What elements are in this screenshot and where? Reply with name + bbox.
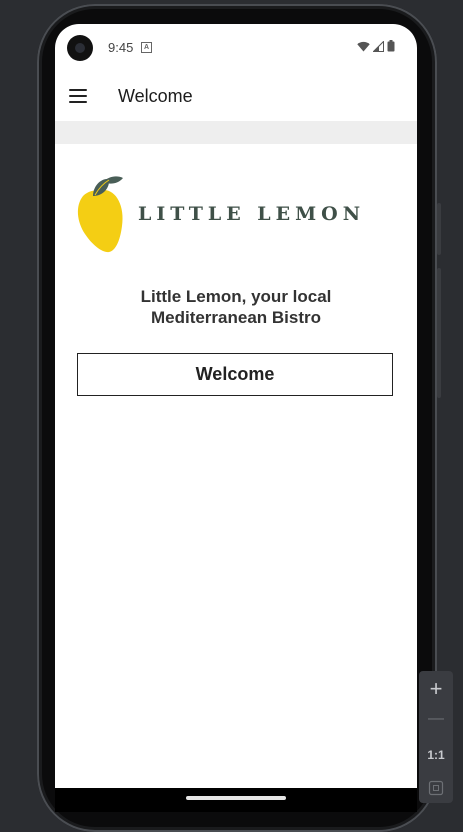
zoom-in-button[interactable]: + [419,676,453,702]
device-screen: 9:45 A Welcome LITTLE LEMON Little Lemon… [55,24,417,788]
actual-size-button[interactable]: 1:1 [419,748,453,762]
tagline: Little Lemon, your local Mediterranean B… [55,286,417,328]
tagline-line-1: Little Lemon, your local [140,287,332,306]
signal-icon [373,40,384,52]
tagline-line-2: Mediterranean Bistro [150,308,322,327]
volume-button[interactable] [437,268,441,398]
navigation-bar [55,788,417,812]
hamburger-menu-icon[interactable] [69,89,87,103]
power-button[interactable] [437,203,441,255]
status-bar: 9:45 A [55,24,417,72]
emulator-zoom-panel: + — 1:1 [419,671,453,803]
home-gesture-handle[interactable] [186,796,286,800]
app-bar-divider [55,121,417,144]
system-icons [357,40,395,52]
welcome-button[interactable]: Welcome [77,353,393,396]
a-icon: A [141,42,152,53]
fit-screen-icon[interactable] [419,780,453,801]
status-time: 9:45 [108,40,134,55]
wifi-icon [357,41,370,51]
battery-icon [387,40,395,52]
page-title: Welcome [118,86,193,106]
zoom-out-button[interactable]: — [419,710,453,728]
lemon-icon [77,176,123,253]
camera-cutout [67,35,93,61]
logo-text: LITTLE LEMON [138,203,366,225]
little-lemon-logo: LITTLE LEMON [75,174,360,254]
app-bar: Welcome [55,72,417,121]
